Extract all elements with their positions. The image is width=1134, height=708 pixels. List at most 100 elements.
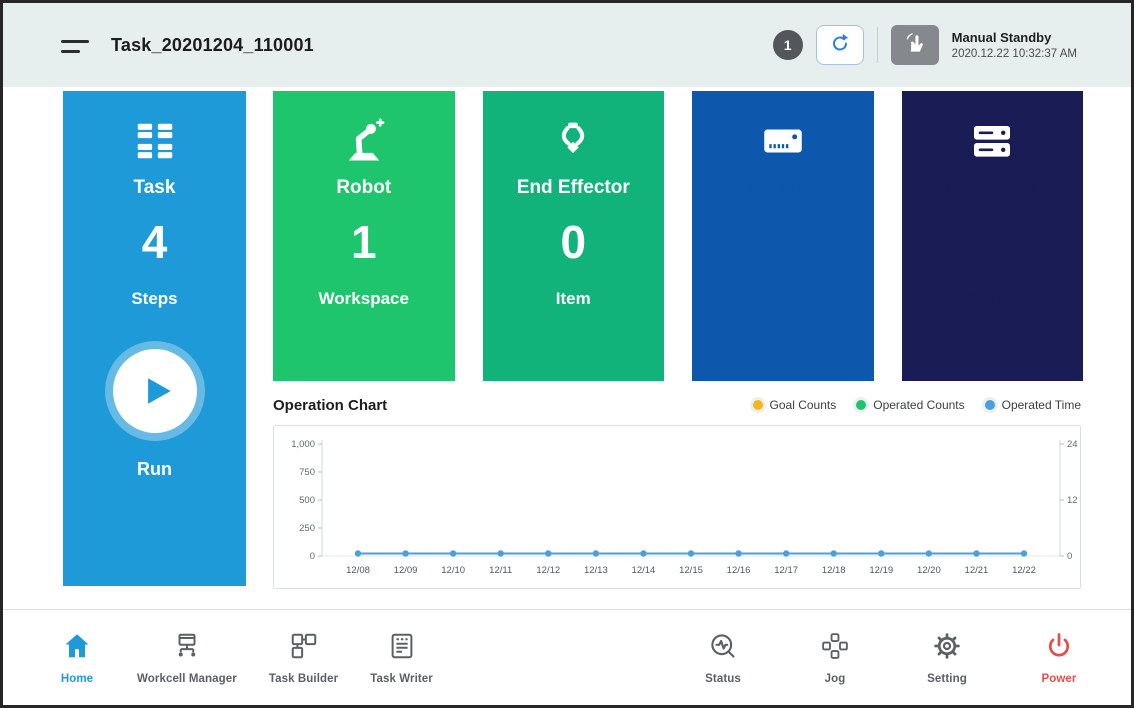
gripper-icon bbox=[551, 115, 595, 167]
svg-text:12/20: 12/20 bbox=[917, 565, 941, 576]
task-icon bbox=[132, 115, 178, 167]
svg-text:12/19: 12/19 bbox=[869, 565, 893, 576]
svg-text:12/16: 12/16 bbox=[727, 565, 751, 576]
svg-text:500: 500 bbox=[299, 495, 315, 506]
nav-label: Status bbox=[705, 673, 741, 685]
header-divider bbox=[877, 27, 878, 63]
task-builder-icon bbox=[289, 631, 319, 666]
card-title: End Effector bbox=[517, 177, 630, 199]
nav-label: Power bbox=[1041, 673, 1076, 685]
card-unit: Unit bbox=[766, 289, 799, 309]
svg-text:12/08: 12/08 bbox=[346, 565, 370, 576]
menu-button[interactable] bbox=[61, 40, 89, 53]
chart-legend: Goal Counts Operated Counts Operated Tim… bbox=[753, 398, 1081, 412]
task-title: Task bbox=[134, 177, 176, 199]
nav-setting[interactable]: Setting bbox=[919, 631, 975, 685]
svg-text:12/15: 12/15 bbox=[679, 565, 703, 576]
nav-label: Setting bbox=[927, 673, 967, 685]
nav-label: Jog bbox=[825, 673, 846, 685]
notification-badge[interactable]: 1 bbox=[773, 30, 803, 60]
operation-chart-section: Operation Chart Goal Counts Operated Cou… bbox=[273, 394, 1081, 589]
card-title: Peripheral bbox=[946, 177, 1039, 199]
robot-arm-icon bbox=[338, 115, 390, 167]
card-machine[interactable]: Machine 0 Unit bbox=[692, 91, 874, 381]
card-title: Machine bbox=[745, 177, 821, 199]
legend-label: Operated Time bbox=[1002, 398, 1081, 412]
card-count: 1 bbox=[351, 219, 377, 265]
header-right: 1 Manual Stand bbox=[773, 25, 1077, 65]
svg-text:12/18: 12/18 bbox=[822, 565, 846, 576]
card-unit: Item bbox=[556, 289, 591, 309]
nav-label: Task Writer bbox=[370, 673, 433, 685]
nav-jog[interactable]: Jog bbox=[807, 631, 863, 685]
run-button[interactable] bbox=[113, 349, 197, 433]
nav-power[interactable]: Power bbox=[1031, 631, 1087, 685]
mode-text: Manual Standby 2020.12.22 10:32:37 AM bbox=[952, 30, 1077, 60]
svg-text:12/17: 12/17 bbox=[774, 565, 798, 576]
rotate-icon bbox=[828, 31, 852, 60]
goal-counts-dot-icon bbox=[753, 400, 763, 410]
card-peripheral[interactable]: Peripheral 0 Device bbox=[902, 91, 1084, 381]
play-icon bbox=[141, 374, 175, 408]
svg-text:250: 250 bbox=[299, 523, 315, 534]
header: Task_20201204_110001 1 bbox=[3, 3, 1131, 87]
jog-icon bbox=[820, 631, 850, 666]
card-end-effector[interactable]: End Effector 0 Item bbox=[483, 91, 665, 381]
peripheral-icon bbox=[968, 115, 1016, 167]
page-title: Task_20201204_110001 bbox=[111, 35, 314, 56]
nav-workcell-manager[interactable]: Workcell Manager bbox=[137, 631, 237, 685]
hand-icon bbox=[902, 30, 928, 61]
mode-indicator[interactable] bbox=[891, 25, 939, 65]
svg-text:12/13: 12/13 bbox=[584, 565, 608, 576]
svg-text:750: 750 bbox=[299, 467, 315, 478]
setting-icon bbox=[932, 631, 962, 666]
legend-operated-counts: Operated Counts bbox=[856, 398, 964, 412]
nav-task-builder[interactable]: Task Builder bbox=[269, 631, 338, 685]
svg-text:12/21: 12/21 bbox=[965, 565, 989, 576]
power-icon bbox=[1044, 631, 1074, 666]
svg-text:12/12: 12/12 bbox=[536, 565, 560, 576]
operation-chart: 02505007501,0000122412/0812/0912/1012/11… bbox=[273, 425, 1081, 589]
legend-goal-counts: Goal Counts bbox=[753, 398, 837, 412]
card-count: 0 bbox=[560, 219, 586, 265]
nav-label: Task Builder bbox=[269, 673, 338, 685]
card-unit: Workspace bbox=[319, 289, 409, 309]
task-writer-icon bbox=[387, 631, 417, 666]
task-panel: Task 4 Steps Run bbox=[63, 91, 246, 586]
refresh-button[interactable] bbox=[816, 25, 864, 65]
nav-label: Home bbox=[61, 673, 93, 685]
operated-time-dot-icon bbox=[985, 400, 995, 410]
legend-label: Goal Counts bbox=[770, 398, 837, 412]
chart-title: Operation Chart bbox=[273, 397, 387, 414]
status-cards: Robot 1 Workspace End Effector 0 Item bbox=[273, 91, 1083, 381]
svg-text:0: 0 bbox=[1067, 551, 1072, 562]
svg-text:12/11: 12/11 bbox=[489, 565, 512, 576]
bottom-nav: Home Workcell Manager bbox=[3, 609, 1131, 705]
screen: Task_20201204_110001 1 bbox=[0, 0, 1134, 708]
home-icon bbox=[62, 631, 92, 666]
run-label: Run bbox=[137, 459, 172, 480]
nav-label: Workcell Manager bbox=[137, 673, 237, 685]
legend-operated-time: Operated Time bbox=[985, 398, 1081, 412]
card-robot[interactable]: Robot 1 Workspace bbox=[273, 91, 455, 381]
svg-text:12/22: 12/22 bbox=[1012, 565, 1036, 576]
card-count: 0 bbox=[770, 219, 796, 265]
svg-text:12/14: 12/14 bbox=[632, 565, 656, 576]
status-icon bbox=[708, 631, 738, 666]
nav-home[interactable]: Home bbox=[49, 631, 105, 685]
nav-task-writer[interactable]: Task Writer bbox=[370, 631, 433, 685]
operation-chart-svg: 02505007501,0000122412/0812/0912/1012/11… bbox=[274, 426, 1080, 588]
task-unit: Steps bbox=[131, 289, 177, 309]
mode-label: Manual Standby bbox=[952, 30, 1077, 45]
nav-left-group: Home Workcell Manager bbox=[49, 631, 433, 685]
task-count: 4 bbox=[142, 219, 168, 265]
svg-text:1,000: 1,000 bbox=[291, 439, 315, 450]
svg-text:12: 12 bbox=[1067, 495, 1078, 506]
card-count: 0 bbox=[979, 219, 1005, 265]
nav-status[interactable]: Status bbox=[695, 631, 751, 685]
mode-timestamp: 2020.12.22 10:32:37 AM bbox=[952, 48, 1077, 60]
svg-text:12/09: 12/09 bbox=[394, 565, 418, 576]
svg-text:0: 0 bbox=[310, 551, 315, 562]
card-title: Robot bbox=[336, 177, 391, 199]
svg-text:12/10: 12/10 bbox=[441, 565, 465, 576]
